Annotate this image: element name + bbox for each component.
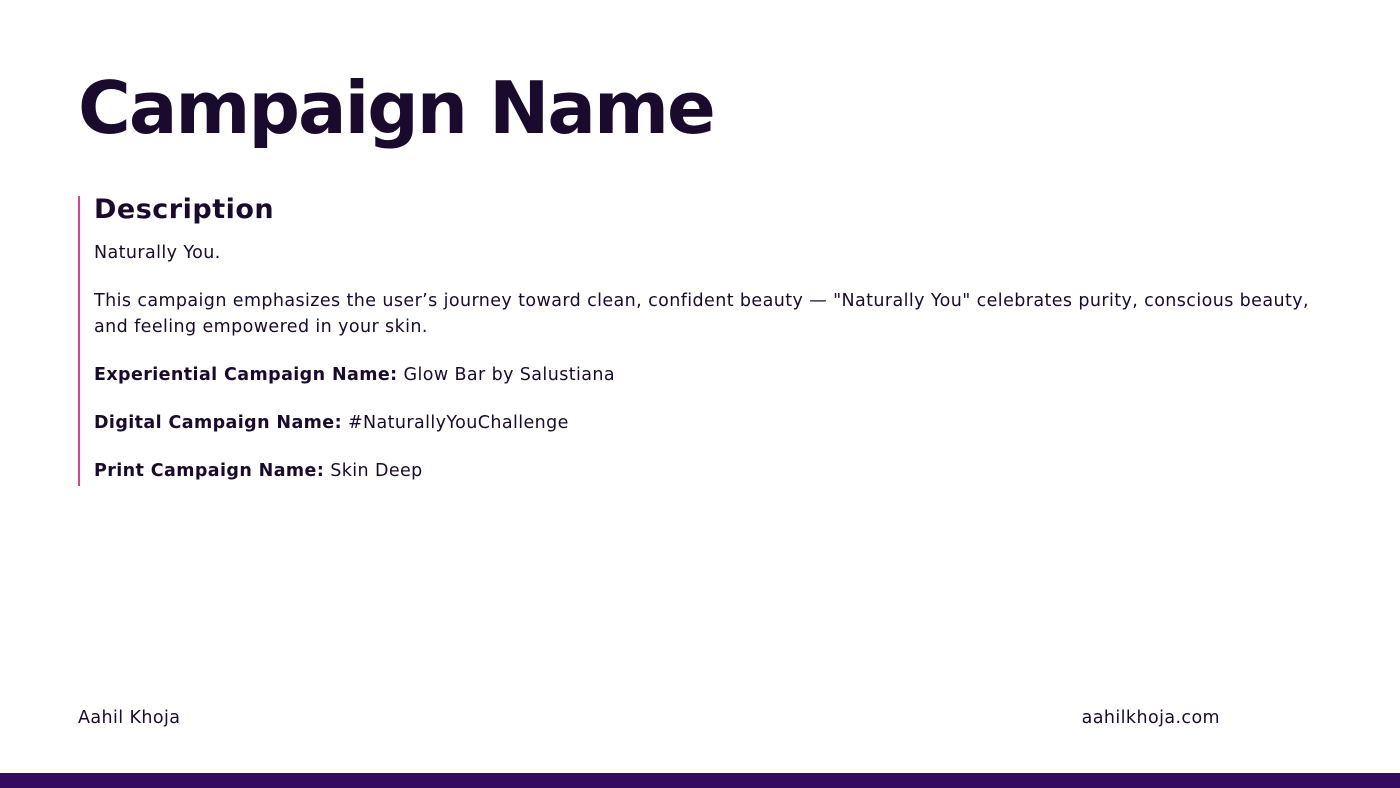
campaign-summary: This campaign emphasizes the user’s jour… bbox=[94, 291, 1309, 337]
detail-value: Skin Deep bbox=[330, 461, 423, 481]
detail-label: Experiential Campaign Name: bbox=[94, 365, 398, 385]
print-campaign-line: Print Campaign Name: Skin Deep bbox=[94, 458, 1328, 484]
section-heading: Description bbox=[94, 194, 275, 225]
campaign-tagline: Naturally You. bbox=[94, 243, 221, 263]
detail-value: #NaturallyYouChallenge bbox=[347, 413, 569, 433]
detail-label: Print Campaign Name: bbox=[94, 461, 325, 481]
footer-website: aahilkhoja.com bbox=[1081, 708, 1220, 728]
footer-bar bbox=[0, 773, 1400, 788]
experiential-campaign-line: Experiential Campaign Name: Glow Bar by … bbox=[94, 362, 1328, 388]
footer-author: Aahil Khoja bbox=[78, 708, 181, 728]
detail-label: Digital Campaign Name: bbox=[94, 413, 342, 433]
detail-value: Glow Bar by Salustiana bbox=[403, 365, 615, 385]
digital-campaign-line: Digital Campaign Name: #NaturallyYouChal… bbox=[94, 410, 1328, 436]
slide-title: Campaign Name bbox=[78, 66, 716, 150]
description-section: Description Naturally You. This campaign… bbox=[78, 196, 1328, 486]
